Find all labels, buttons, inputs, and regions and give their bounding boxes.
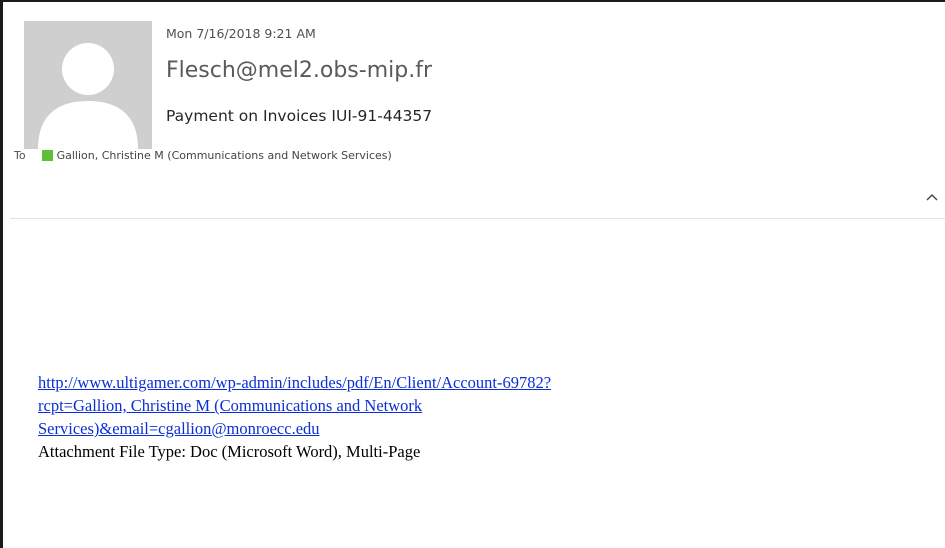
- attachment-note: Attachment File Type: Doc (Microsoft Wor…: [38, 442, 421, 461]
- recipient-name[interactable]: Gallion, Christine M (Communications and…: [57, 149, 392, 162]
- window-border-left: [0, 0, 3, 548]
- message-body: http://www.ultigamer.com/wp-admin/includ…: [38, 371, 838, 463]
- chevron-up-icon: [926, 194, 938, 201]
- sender-address[interactable]: Flesch@mel2.obs-mip.fr: [166, 58, 432, 83]
- sent-date: Mon 7/16/2018 9:21 AM: [166, 26, 316, 41]
- to-label: To: [14, 148, 26, 162]
- phishing-link-line-1[interactable]: http://www.ultigamer.com/wp-admin/includ…: [38, 371, 838, 394]
- email-subject: Payment on Invoices IUI-91-44357: [166, 107, 433, 125]
- person-silhouette-icon: [24, 21, 152, 149]
- presence-status-icon: [41, 149, 53, 161]
- email-reading-pane: Mon 7/16/2018 9:21 AM Flesch@mel2.obs-mi…: [0, 0, 945, 548]
- window-border-top: [0, 0, 945, 2]
- recipient-row: To Gallion, Christine M (Communications …: [14, 146, 392, 164]
- sender-avatar[interactable]: [24, 21, 152, 149]
- collapse-header-button[interactable]: [924, 189, 940, 205]
- phishing-link-line-3[interactable]: Services)&email=cgallion@monroecc.edu: [38, 417, 838, 440]
- phishing-link-line-2[interactable]: rcpt=Gallion, Christine M (Communication…: [38, 394, 838, 417]
- header-divider: [10, 218, 945, 219]
